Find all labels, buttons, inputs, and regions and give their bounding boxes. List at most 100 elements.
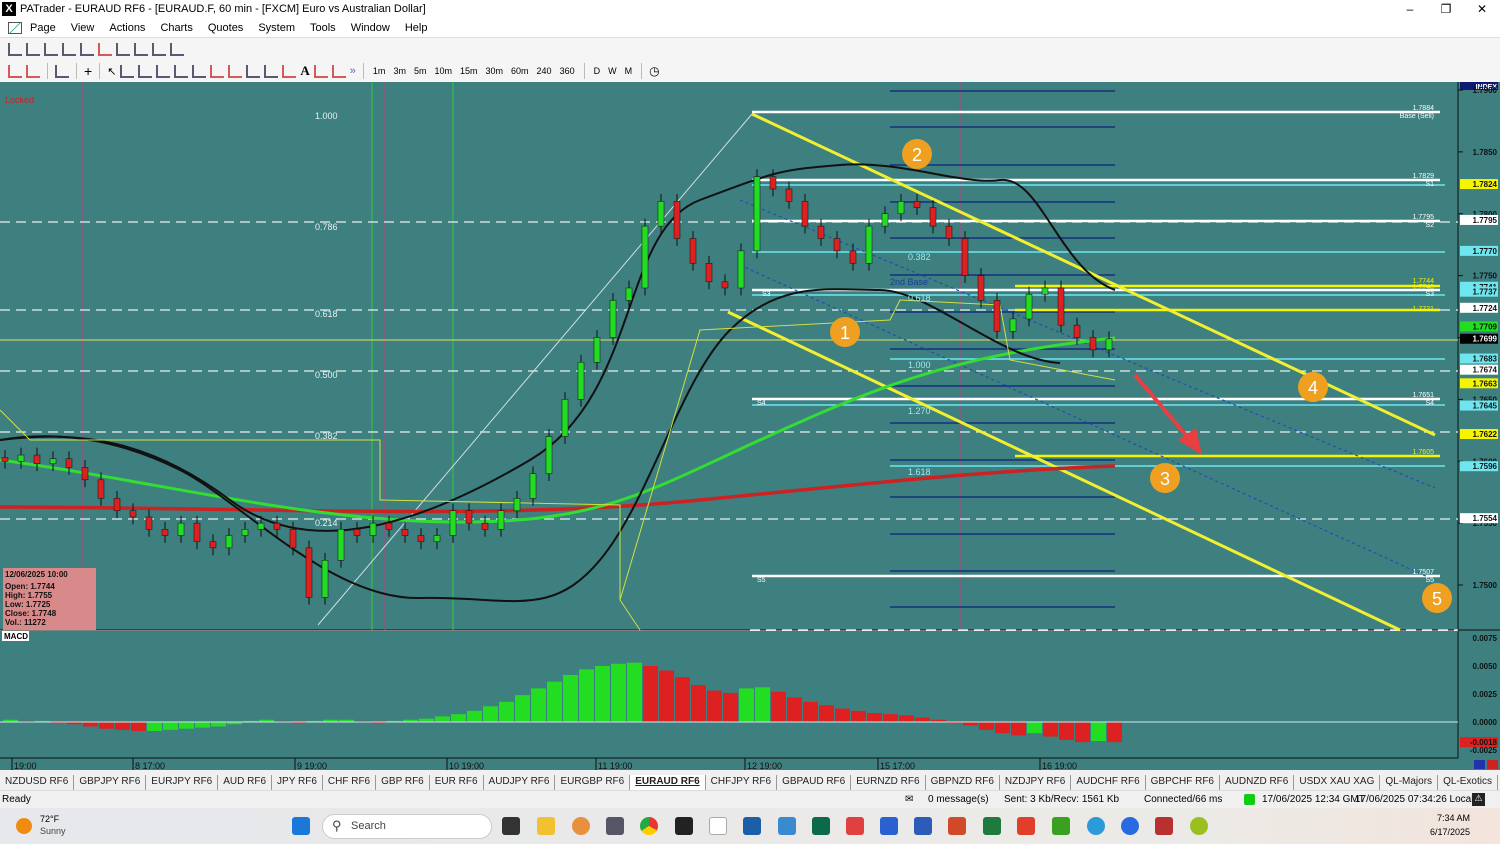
period-daily[interactable]: D	[594, 66, 601, 76]
time-zones-icon[interactable]	[264, 64, 279, 78]
timeframe-360[interactable]: 360	[560, 66, 575, 76]
crosshair-icon[interactable]: +	[84, 63, 92, 79]
trading-app-icon[interactable]	[675, 817, 693, 835]
minimize-button[interactable]: –	[1392, 0, 1428, 18]
symbol-tab[interactable]: GBPJPY RF6	[74, 775, 147, 790]
menu-actions[interactable]: Actions	[109, 22, 145, 34]
volume-profile-icon[interactable]	[170, 42, 184, 56]
symbol-tab[interactable]: GBP RF6	[376, 775, 430, 790]
symbol-tab[interactable]: GBPNZD RF6	[926, 775, 1000, 790]
vertical-line-icon[interactable]	[138, 64, 153, 78]
calculator-icon[interactable]	[606, 817, 624, 835]
period-weekly[interactable]: W	[608, 66, 617, 76]
start-icon[interactable]	[292, 817, 310, 835]
w-app-icon[interactable]	[1190, 817, 1208, 835]
timeframe-5m[interactable]: 5m	[414, 66, 427, 76]
powerpoint-icon[interactable]	[948, 817, 966, 835]
symbol-tab[interactable]: GBPAUD RF6	[777, 775, 852, 790]
menu-page[interactable]: Page	[30, 22, 56, 34]
timeframe-30m[interactable]: 30m	[486, 66, 504, 76]
symbol-tab[interactable]: QL-Majors	[1380, 775, 1439, 790]
zoom-icon[interactable]	[1121, 817, 1139, 835]
symbol-tab[interactable]: AUDNZD RF6	[1220, 775, 1295, 790]
symbol-tab[interactable]: QL-Exotics	[1438, 775, 1498, 790]
symbol-tab[interactable]: AUD RF6	[218, 775, 273, 790]
messages-count[interactable]: 0 message(s)	[928, 794, 989, 805]
clock-icon[interactable]: ◷	[649, 64, 659, 78]
menu-view[interactable]: View	[71, 22, 95, 34]
text-tool-icon[interactable]: A	[300, 63, 309, 79]
symbol-tab[interactable]: AUDJPY RF6	[484, 775, 556, 790]
mail-icon[interactable]: ✉	[905, 794, 913, 805]
area-chart-icon[interactable]	[80, 42, 94, 56]
file-explorer-icon[interactable]	[537, 817, 555, 835]
timeframe-15m[interactable]: 15m	[460, 66, 478, 76]
close-button[interactable]: ✕	[1464, 0, 1500, 18]
symbol-tab[interactable]: USDX XAU XAG	[1294, 775, 1381, 790]
histogram-icon[interactable]	[152, 42, 166, 56]
order-icon[interactable]	[26, 64, 40, 78]
indicator-icon[interactable]	[134, 42, 148, 56]
indicator-icon[interactable]	[116, 42, 130, 56]
c-app-icon[interactable]	[1017, 817, 1035, 835]
timeframe-10m[interactable]: 10m	[434, 66, 452, 76]
weather-temp[interactable]: 72°F	[40, 814, 59, 824]
menu-help[interactable]: Help	[405, 22, 428, 34]
trendline-icon[interactable]	[156, 64, 171, 78]
renko-chart-icon[interactable]	[98, 42, 112, 56]
symbol-tab[interactable]: EURAUD RF6	[630, 775, 706, 790]
chart-app-icon[interactable]	[812, 817, 830, 835]
warning-icon[interactable]: ⚠	[1472, 793, 1485, 806]
symbol-tab[interactable]: EUR RF6	[430, 775, 484, 790]
word-icon[interactable]	[914, 817, 932, 835]
monitor-icon[interactable]	[778, 817, 796, 835]
chart-app-icon[interactable]	[8, 21, 22, 34]
channel-icon[interactable]	[246, 64, 261, 78]
bar-chart-icon[interactable]	[8, 42, 22, 56]
pointer-icon[interactable]: ↖	[107, 65, 116, 78]
levels-icon[interactable]	[331, 64, 346, 78]
maximize-button[interactable]: ❐	[1428, 0, 1464, 18]
weather-sun-icon[interactable]	[16, 818, 32, 834]
menu-window[interactable]: Window	[351, 22, 390, 34]
s-app-icon[interactable]	[846, 817, 864, 835]
fib-retracement-icon[interactable]	[210, 64, 225, 78]
fib-fan-icon[interactable]	[192, 64, 207, 78]
timeframe-3m[interactable]: 3m	[393, 66, 406, 76]
telegram-icon[interactable]	[1087, 817, 1105, 835]
timeframe-60m[interactable]: 60m	[511, 66, 529, 76]
task-view-icon[interactable]	[502, 817, 520, 835]
timeframe-240[interactable]: 240	[537, 66, 552, 76]
symbol-tab[interactable]: JPY RF6	[272, 775, 323, 790]
rectangle-icon[interactable]	[282, 64, 297, 78]
toolbox-icon[interactable]	[1155, 817, 1173, 835]
horizontal-line-icon[interactable]	[120, 64, 135, 78]
symbol-tab[interactable]: NZDUSD RF6	[0, 775, 75, 790]
price-chart[interactable]: 1.000 0.786 0.618 0.500 0.382 0.214 0.38…	[0, 82, 1500, 770]
symbol-tab[interactable]: CHF RF6	[323, 775, 377, 790]
app-icon[interactable]	[572, 817, 590, 835]
timeframe-1m[interactable]: 1m	[373, 66, 386, 76]
indicators-icon[interactable]	[55, 64, 69, 78]
weather-text[interactable]: Sunny	[40, 826, 66, 836]
fan-icon[interactable]	[174, 64, 189, 78]
notes-icon[interactable]	[743, 817, 761, 835]
maximize-panel-button[interactable]	[1474, 760, 1485, 769]
symbol-tab[interactable]: GBPCHF RF6	[1146, 775, 1220, 790]
menu-system[interactable]: System	[258, 22, 295, 34]
bar-chart-icon[interactable]	[26, 42, 40, 56]
patrader-icon[interactable]	[709, 817, 727, 835]
buy-sell-icon[interactable]	[8, 64, 22, 78]
symbol-tab[interactable]: CHFJPY RF6	[706, 775, 778, 790]
close-panel-button[interactable]	[1487, 760, 1498, 769]
menu-charts[interactable]: Charts	[160, 22, 192, 34]
symbol-tab[interactable]: EURJPY RF6	[146, 775, 219, 790]
menu-quotes[interactable]: Quotes	[208, 22, 243, 34]
levels-icon[interactable]	[313, 64, 328, 78]
symbol-tab[interactable]: EURGBP RF6	[555, 775, 631, 790]
excel-icon[interactable]	[983, 817, 1001, 835]
more-tools-button[interactable]: »	[350, 65, 356, 77]
s-app-blue-icon[interactable]	[880, 817, 898, 835]
candle-chart-icon[interactable]	[44, 42, 58, 56]
symbol-tab[interactable]: NZDJPY RF6	[1000, 775, 1072, 790]
